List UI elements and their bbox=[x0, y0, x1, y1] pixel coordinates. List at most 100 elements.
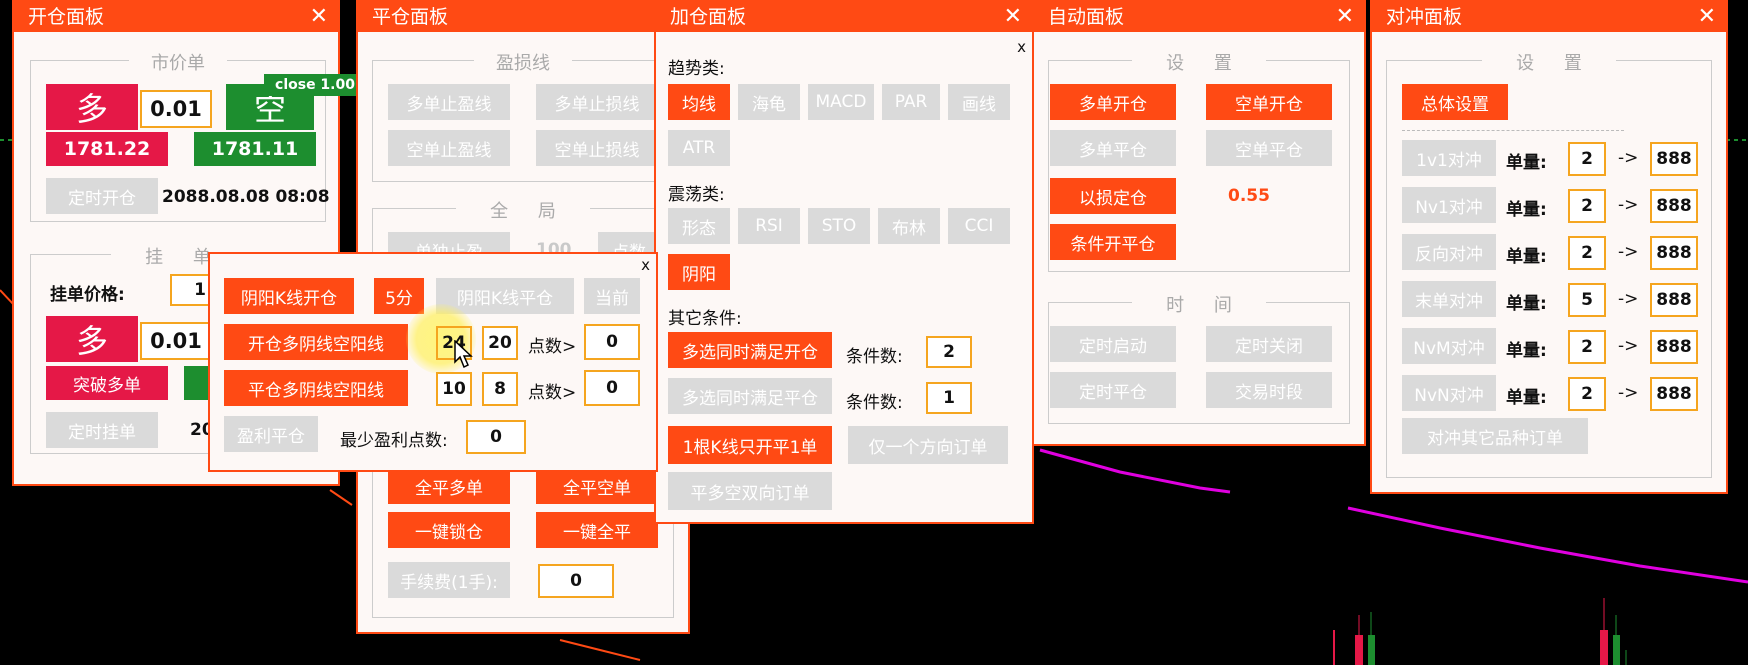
open-value-2-input[interactable]: 20 bbox=[482, 326, 518, 360]
osc-pattern-button[interactable]: 形态 bbox=[668, 208, 730, 244]
one-click-close-all-button[interactable]: 一键全平 bbox=[536, 512, 658, 548]
close-icon[interactable]: ✕ bbox=[1698, 2, 1716, 32]
multi-open-button[interactable]: 多选同时满足开仓 bbox=[668, 332, 832, 368]
yinyang-popup: x 阴阳K线开仓 5分 阴阳K线平仓 当前 开仓多阴线空阳线 24 20 点数>… bbox=[208, 252, 658, 472]
hedge-panel: 对冲面板 ✕ 设 置 总体设置 1v1对冲 单量: 2 -> 888 Nv1对冲 单量: 2-… bbox=[1370, 0, 1728, 494]
close-panel-title: 平仓面板 bbox=[358, 2, 688, 32]
osc-cci-button[interactable]: CCI bbox=[948, 208, 1010, 244]
hedge-target-input[interactable]: 888 bbox=[1650, 330, 1698, 364]
timed-stop-button[interactable]: 定时关闭 bbox=[1206, 326, 1332, 362]
loss-sizing-button[interactable]: 以损定仓 bbox=[1050, 178, 1176, 214]
sell-stop-loss-line-button[interactable]: 空单止损线 bbox=[536, 130, 658, 166]
close-all-sell-button[interactable]: 全平空单 bbox=[536, 468, 658, 504]
trading-session-button[interactable]: 交易时段 bbox=[1206, 372, 1332, 408]
arrow-label: -> bbox=[1618, 383, 1639, 403]
close-value-1-input[interactable]: 10 bbox=[436, 372, 472, 406]
hedge-mode-button[interactable]: NvM对冲 bbox=[1402, 328, 1496, 364]
auto-sell-close-button[interactable]: 空单平仓 bbox=[1206, 130, 1332, 166]
multi-close-button[interactable]: 多选同时满足平仓 bbox=[668, 378, 832, 414]
lot-size-input[interactable]: 0.01 bbox=[140, 90, 212, 128]
close-icon[interactable]: ✕ bbox=[1336, 2, 1354, 32]
close-icon[interactable]: ✕ bbox=[310, 2, 328, 32]
cond-count-open-input[interactable]: 2 bbox=[926, 336, 972, 368]
hedge-lot-input[interactable]: 2 bbox=[1568, 189, 1606, 223]
current-button[interactable]: 当前 bbox=[584, 278, 640, 314]
pending-lot-input[interactable]: 0.01 bbox=[140, 322, 212, 360]
global-legend: 全 局 bbox=[456, 201, 590, 222]
overall-settings-button[interactable]: 总体设置 bbox=[1402, 84, 1508, 120]
timed-open-value: 2088.08.08 08:08 bbox=[162, 187, 330, 207]
auto-buy-close-button[interactable]: 多单平仓 bbox=[1050, 130, 1176, 166]
hedge-mode-button[interactable]: 1v1对冲 bbox=[1402, 140, 1496, 176]
hedge-mode-button[interactable]: NvN对冲 bbox=[1402, 375, 1496, 411]
conditional-open-close-button[interactable]: 条件开平仓 bbox=[1050, 224, 1176, 260]
hedge-lot-input[interactable]: 2 bbox=[1568, 377, 1606, 411]
osc-bollinger-button[interactable]: 布林 bbox=[878, 208, 940, 244]
open-points-label: 点数> bbox=[528, 337, 577, 357]
trend-drawline-button[interactable]: 画线 bbox=[948, 84, 1010, 120]
auto-sell-open-button[interactable]: 空单开仓 bbox=[1206, 84, 1332, 120]
trend-turtle-button[interactable]: 海龟 bbox=[738, 84, 800, 120]
close-icon[interactable]: ✕ bbox=[1004, 2, 1022, 32]
popup-close-icon[interactable]: x bbox=[641, 256, 650, 274]
close-price-label: close 1.00 bbox=[264, 74, 366, 96]
buy-take-profit-line-button[interactable]: 多单止盈线 bbox=[388, 84, 510, 120]
min-profit-input[interactable]: 0 bbox=[466, 420, 526, 454]
hedge-lot-input[interactable]: 2 bbox=[1568, 142, 1606, 176]
oscillator-category-label: 震荡类: bbox=[668, 185, 725, 205]
profit-close-button[interactable]: 盈利平仓 bbox=[224, 416, 318, 452]
inner-close-icon[interactable]: x bbox=[1017, 38, 1026, 56]
open-buy-bearish-sell-bullish-button[interactable]: 开仓多阴线空阳线 bbox=[224, 324, 408, 360]
close-points-input[interactable]: 0 bbox=[584, 370, 640, 406]
close-all-buy-button[interactable]: 全平多单 bbox=[388, 468, 510, 504]
buy-market-button[interactable]: 多 bbox=[46, 84, 138, 130]
hedge-target-input[interactable]: 888 bbox=[1650, 377, 1698, 411]
trend-par-button[interactable]: PAR bbox=[882, 84, 940, 120]
hedge-mode-button[interactable]: 反向对冲 bbox=[1402, 234, 1496, 270]
pending-price-label: 挂单价格: bbox=[50, 285, 125, 305]
timed-close-button[interactable]: 定时平仓 bbox=[1050, 372, 1176, 408]
pending-buy-button[interactable]: 多 bbox=[46, 316, 138, 362]
hedge-target-input[interactable]: 888 bbox=[1650, 283, 1698, 317]
one-bar-one-order-button[interactable]: 1根K线只开平1单 bbox=[668, 426, 832, 464]
timeframe-button[interactable]: 5分 bbox=[374, 278, 424, 314]
timed-pending-button[interactable]: 定时挂单 bbox=[46, 412, 158, 448]
hedge-other-symbols-button[interactable]: 对冲其它品种订单 bbox=[1402, 418, 1588, 454]
breakout-buy-button[interactable]: 突破多单 bbox=[46, 366, 168, 400]
close-both-directions-button[interactable]: 平多空双向订单 bbox=[668, 472, 832, 510]
sell-take-profit-line-button[interactable]: 空单止盈线 bbox=[388, 130, 510, 166]
hedge-lot-input[interactable]: 2 bbox=[1568, 330, 1606, 364]
hedge-mode-button[interactable]: Nv1对冲 bbox=[1402, 187, 1496, 223]
lot-label: 单量: bbox=[1506, 294, 1547, 314]
hedge-lot-input[interactable]: 5 bbox=[1568, 283, 1606, 317]
buy-stop-loss-line-button[interactable]: 多单止损线 bbox=[536, 84, 658, 120]
timed-open-button[interactable]: 定时开仓 bbox=[46, 178, 158, 214]
close-value-2-input[interactable]: 8 bbox=[482, 372, 518, 406]
osc-sto-button[interactable]: STO bbox=[808, 208, 870, 244]
hedge-target-input[interactable]: 888 bbox=[1650, 142, 1698, 176]
one-click-lock-button[interactable]: 一键锁仓 bbox=[388, 512, 510, 548]
hedge-mode-button[interactable]: 末单对冲 bbox=[1402, 281, 1496, 317]
bid-price[interactable]: 1781.22 bbox=[46, 132, 168, 166]
hedge-target-input[interactable]: 888 bbox=[1650, 236, 1698, 270]
open-points-input[interactable]: 0 bbox=[584, 324, 640, 360]
timed-start-button[interactable]: 定时启动 bbox=[1050, 326, 1176, 362]
arrow-label: -> bbox=[1618, 148, 1639, 168]
osc-yinyang-button[interactable]: 阴阳 bbox=[668, 254, 730, 290]
trend-atr-button[interactable]: ATR bbox=[668, 130, 730, 166]
auto-buy-open-button[interactable]: 多单开仓 bbox=[1050, 84, 1176, 120]
hedge-panel-title: 对冲面板 bbox=[1372, 2, 1726, 32]
one-direction-button[interactable]: 仅一个方向订单 bbox=[848, 426, 1008, 464]
trend-macd-button[interactable]: MACD bbox=[808, 84, 874, 120]
lot-label: 单量: bbox=[1506, 200, 1547, 220]
osc-rsi-button[interactable]: RSI bbox=[738, 208, 800, 244]
hedge-target-input[interactable]: 888 bbox=[1650, 189, 1698, 223]
close-buy-bearish-sell-bullish-button[interactable]: 平仓多阴线空阳线 bbox=[224, 370, 408, 406]
cond-count-close-input[interactable]: 1 bbox=[926, 382, 972, 414]
yinyang-open-button[interactable]: 阴阳K线开仓 bbox=[224, 278, 354, 314]
hedge-lot-input[interactable]: 2 bbox=[1568, 236, 1606, 270]
ask-price[interactable]: 1781.11 bbox=[194, 132, 316, 166]
fee-input[interactable]: 0 bbox=[538, 564, 614, 598]
trend-ma-button[interactable]: 均线 bbox=[668, 84, 730, 120]
loss-sizing-value: 0.55 bbox=[1228, 186, 1270, 206]
